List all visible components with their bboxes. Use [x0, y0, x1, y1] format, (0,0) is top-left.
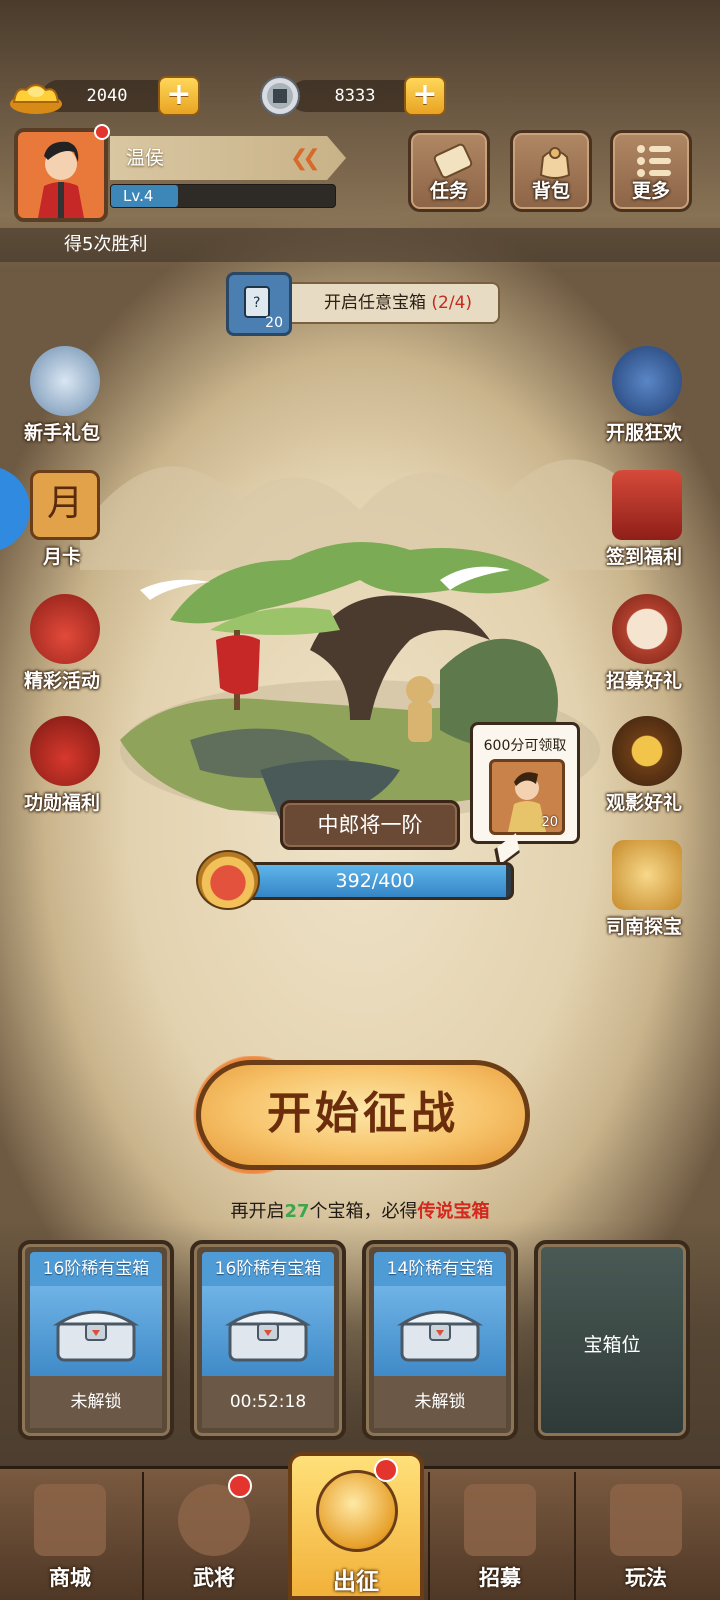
chest-slot-empty[interactable]: 宝箱位 — [534, 1240, 690, 1440]
newbie-pack-button[interactable]: 新手礼包 — [12, 346, 112, 456]
player-level: Lv.4 — [123, 187, 154, 205]
rank-reward-bubble[interactable]: 600分可领取 20 — [470, 722, 580, 844]
pouch-icon — [196, 850, 260, 910]
add-gold-button[interactable]: + — [158, 76, 200, 116]
nav-shop[interactable]: 商城 — [0, 1470, 140, 1600]
official-icon — [612, 346, 682, 416]
chests-remaining: 27 — [284, 1201, 310, 1222]
seal-icon — [612, 470, 682, 540]
month-card-icon: 月 — [30, 470, 100, 540]
player-avatar[interactable] — [14, 128, 108, 222]
coin-icon — [260, 76, 300, 116]
card-pack-icon: ? 20 — [226, 272, 292, 336]
compass-treasure-button[interactable]: 司南探宝 — [594, 840, 694, 950]
notification-dot — [94, 124, 110, 140]
pavilion-icon — [610, 1484, 682, 1556]
chest-title: 14阶稀有宝箱 — [374, 1252, 506, 1286]
gold-ingot-icon — [10, 84, 62, 114]
nav-heroes[interactable]: 武将 — [144, 1470, 284, 1600]
rank-reward-count: 20 — [541, 815, 558, 830]
svg-text:?: ? — [253, 295, 260, 311]
merit-rewards-button[interactable]: 功勋福利 — [12, 716, 112, 826]
treasure-bag-icon — [30, 716, 100, 786]
chevron-left-icon: ❮❮ — [290, 146, 321, 171]
game-screen: 2040 + 8333 + 温侯 ❮❮ Lv.4 任务 背包 更多 得5次胜利 … — [0, 0, 720, 1600]
level-bar: Lv.4 — [110, 184, 336, 208]
nav-battle[interactable]: 出征 — [288, 1452, 424, 1600]
chest-slot-1[interactable]: 16阶稀有宝箱 未解锁 — [18, 1240, 174, 1440]
month-card-button[interactable]: 月 月卡 — [12, 470, 112, 580]
chest-status: 未解锁 — [374, 1376, 506, 1428]
server-carnival-button[interactable]: 开服狂欢 — [594, 346, 694, 456]
battle-notification-dot — [374, 1458, 398, 1482]
warrior-icon — [30, 346, 100, 416]
task-button[interactable]: 任务 — [408, 130, 490, 212]
chest-task-text: 开启任意宝箱 — [324, 293, 426, 313]
gift-bag-icon — [30, 594, 100, 664]
menu-icon — [637, 145, 671, 177]
chest-title: 16阶稀有宝箱 — [30, 1252, 162, 1286]
nav-play[interactable]: 玩法 — [576, 1470, 716, 1600]
rank-exp-bar: 392/400 — [236, 862, 514, 900]
more-button[interactable]: 更多 — [610, 130, 692, 212]
bag-button[interactable]: 背包 — [510, 130, 592, 212]
drum-icon — [612, 594, 682, 664]
chest-slot-2[interactable]: 16阶稀有宝箱 00:52:18 — [190, 1240, 346, 1440]
hero-portrait-icon — [38, 141, 84, 218]
events-button[interactable]: 精彩活动 — [12, 594, 112, 704]
legendary-chest-label: 传说宝箱 — [417, 1201, 490, 1222]
chest-icon — [52, 1310, 140, 1362]
empty-slot-label: 宝箱位 — [583, 1334, 641, 1356]
chest-task-progress: (2/4) — [431, 293, 473, 313]
nav-recruit[interactable]: 招募 — [430, 1470, 570, 1600]
rank-exp-text: 392/400 — [335, 870, 415, 892]
chest-task-reward-count: 20 — [265, 315, 283, 331]
chest-timer: 00:52:18 — [202, 1376, 334, 1428]
battle-emblem-icon — [316, 1470, 398, 1552]
add-silver-button[interactable]: + — [404, 76, 446, 116]
heroes-notification-dot — [228, 1474, 252, 1498]
hero-card-icon: 20 — [489, 759, 565, 835]
chest-title: 16阶稀有宝箱 — [202, 1252, 334, 1286]
chest-icon — [396, 1310, 484, 1362]
chest-slot-3[interactable]: 14阶稀有宝箱 未解锁 — [362, 1240, 518, 1440]
start-battle-button[interactable]: 开始征战 — [196, 1060, 530, 1170]
chest-icon — [224, 1310, 312, 1362]
scroll-icon — [433, 143, 473, 179]
video-reward-icon — [612, 716, 682, 786]
chest-status: 未解锁 — [30, 1376, 162, 1428]
compass-icon — [612, 840, 682, 910]
shop-icon — [34, 1484, 106, 1556]
recruit-scroll-icon — [464, 1484, 536, 1556]
rank-reward-hint: 600分可领取 — [483, 738, 567, 754]
quest-strip[interactable]: 得5次胜利 — [0, 228, 720, 262]
rank-title: 中郎将一阶 — [280, 800, 460, 850]
bag-icon — [539, 147, 571, 179]
